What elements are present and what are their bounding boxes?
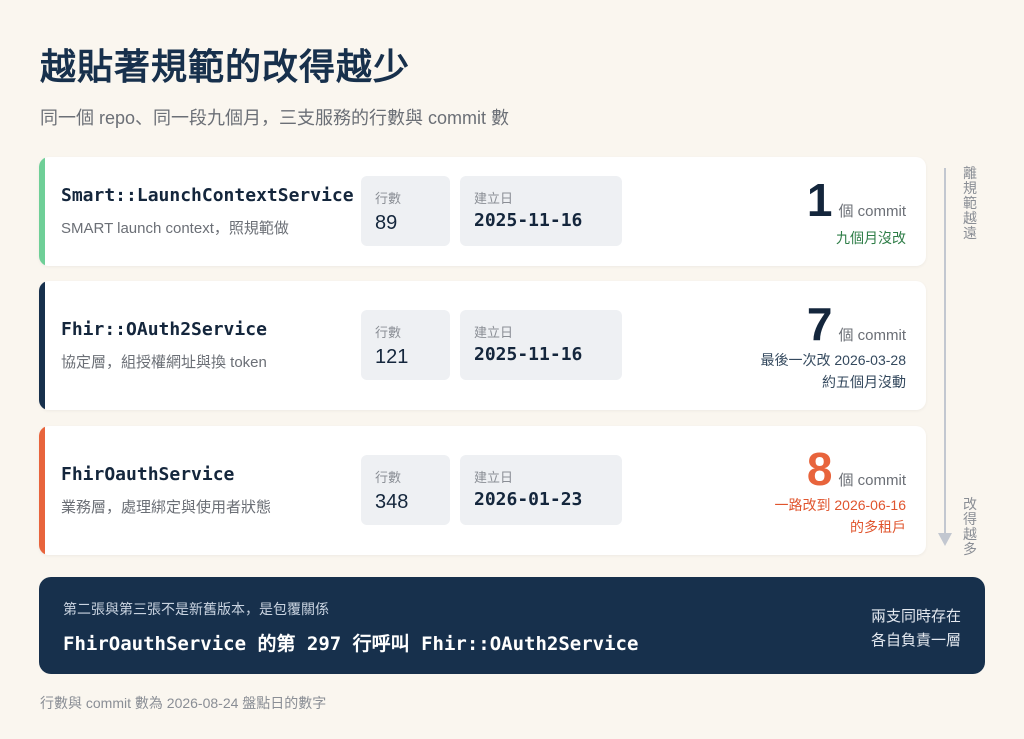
axis-label-char: 多 xyxy=(963,541,977,557)
page-title: 越貼著規範的改得越少 xyxy=(40,46,411,87)
service-card-fhir-oauth: FhirOauthService 業務層，處理綁定與使用者狀態 行數 348 建… xyxy=(39,426,926,555)
axis-top-label: 離規範越遠 xyxy=(961,166,979,241)
axis-line xyxy=(944,168,946,536)
footer-note: 行數與 commit 數為 2026-08-24 盤點日的數字 xyxy=(40,695,327,711)
banner-side-line: 各自負責一層 xyxy=(870,632,961,649)
commit-count: 8 個 commit xyxy=(807,446,906,492)
banner-headline: FhirOauthService 的第 297 行呼叫 Fhir::OAuth2… xyxy=(63,633,639,655)
axis-label-char: 改 xyxy=(963,496,977,512)
service-name: Smart::LaunchContextService xyxy=(61,185,354,206)
created-label: 建立日 xyxy=(474,470,514,485)
commit-note-line: 約五個月沒動 xyxy=(822,374,906,390)
commit-number: 7 xyxy=(806,298,833,350)
commit-count: 7 個 commit xyxy=(807,301,906,347)
banner-caption: 第二張與第三張不是新舊版本，是包覆關係 xyxy=(63,601,329,617)
axis-label-char: 越 xyxy=(963,526,977,542)
banner-side-note: 兩支同時存在 各自負責一層 xyxy=(871,605,961,653)
summary-banner: 第二張與第三張不是新舊版本，是包覆關係 FhirOauthService 的第 … xyxy=(39,577,985,674)
commit-unit: 個 commit xyxy=(838,327,906,344)
card-accent-bar xyxy=(39,426,45,555)
commit-note-line: 的多租戶 xyxy=(850,519,906,535)
lines-label: 行數 xyxy=(375,470,402,485)
created-box: 建立日 2025-11-16 xyxy=(460,176,622,246)
service-description: 協定層，組授權網址與換 token xyxy=(61,354,267,371)
commit-number: 1 xyxy=(806,174,833,226)
card-accent-bar xyxy=(39,157,45,266)
axis-label-char: 越 xyxy=(963,210,977,226)
lines-label: 行數 xyxy=(375,325,402,340)
axis-label-char: 離 xyxy=(963,165,977,181)
service-name: FhirOauthService xyxy=(61,464,235,485)
lines-value: 121 xyxy=(375,346,409,368)
arrow-down-icon xyxy=(938,533,952,546)
commit-note-line: 最後一次改 2026-03-28 xyxy=(760,352,906,368)
axis-label-char: 得 xyxy=(963,511,977,527)
created-box: 建立日 2026-01-23 xyxy=(460,455,622,525)
created-value: 2026-01-23 xyxy=(474,489,583,510)
commit-count: 1 個 commit xyxy=(807,177,906,223)
axis-bottom-label: 改得越多 xyxy=(961,497,979,557)
page-subtitle: 同一個 repo、同一段九個月，三支服務的行數與 commit 數 xyxy=(40,108,510,128)
card-accent-bar xyxy=(39,281,45,410)
commit-unit: 個 commit xyxy=(838,203,906,220)
created-label: 建立日 xyxy=(474,325,514,340)
service-card-oauth2: Fhir::OAuth2Service 協定層，組授權網址與換 token 行數… xyxy=(39,281,926,410)
lines-box: 行數 121 xyxy=(361,310,450,380)
commit-unit: 個 commit xyxy=(838,472,906,489)
created-value: 2025-11-16 xyxy=(474,344,583,365)
service-card-launch-context: Smart::LaunchContextService SMART launch… xyxy=(39,157,926,266)
service-description: 業務層，處理綁定與使用者狀態 xyxy=(61,499,272,516)
axis-label-char: 範 xyxy=(963,195,977,211)
axis-label-char: 規 xyxy=(963,180,977,196)
lines-label: 行數 xyxy=(375,191,402,206)
commit-note-line: 一路改到 2026-06-16 xyxy=(774,497,906,513)
commit-note-line: 九個月沒改 xyxy=(836,230,906,246)
created-box: 建立日 2025-11-16 xyxy=(460,310,622,380)
commit-note: 九個月沒改 xyxy=(836,227,906,249)
commit-note: 最後一次改 2026-03-28 約五個月沒動 xyxy=(760,349,906,393)
lines-box: 行數 348 xyxy=(361,455,450,525)
commit-note: 一路改到 2026-06-16 的多租戶 xyxy=(774,494,906,538)
service-name: Fhir::OAuth2Service xyxy=(61,319,267,340)
lines-box: 行數 89 xyxy=(361,176,450,246)
lines-value: 89 xyxy=(375,212,398,234)
created-label: 建立日 xyxy=(474,191,514,206)
commit-number: 8 xyxy=(806,443,833,495)
banner-side-line: 兩支同時存在 xyxy=(870,608,961,625)
axis-label-char: 遠 xyxy=(963,225,977,241)
created-value: 2025-11-16 xyxy=(474,210,583,231)
lines-value: 348 xyxy=(375,491,409,513)
service-description: SMART launch context，照規範做 xyxy=(61,220,289,237)
